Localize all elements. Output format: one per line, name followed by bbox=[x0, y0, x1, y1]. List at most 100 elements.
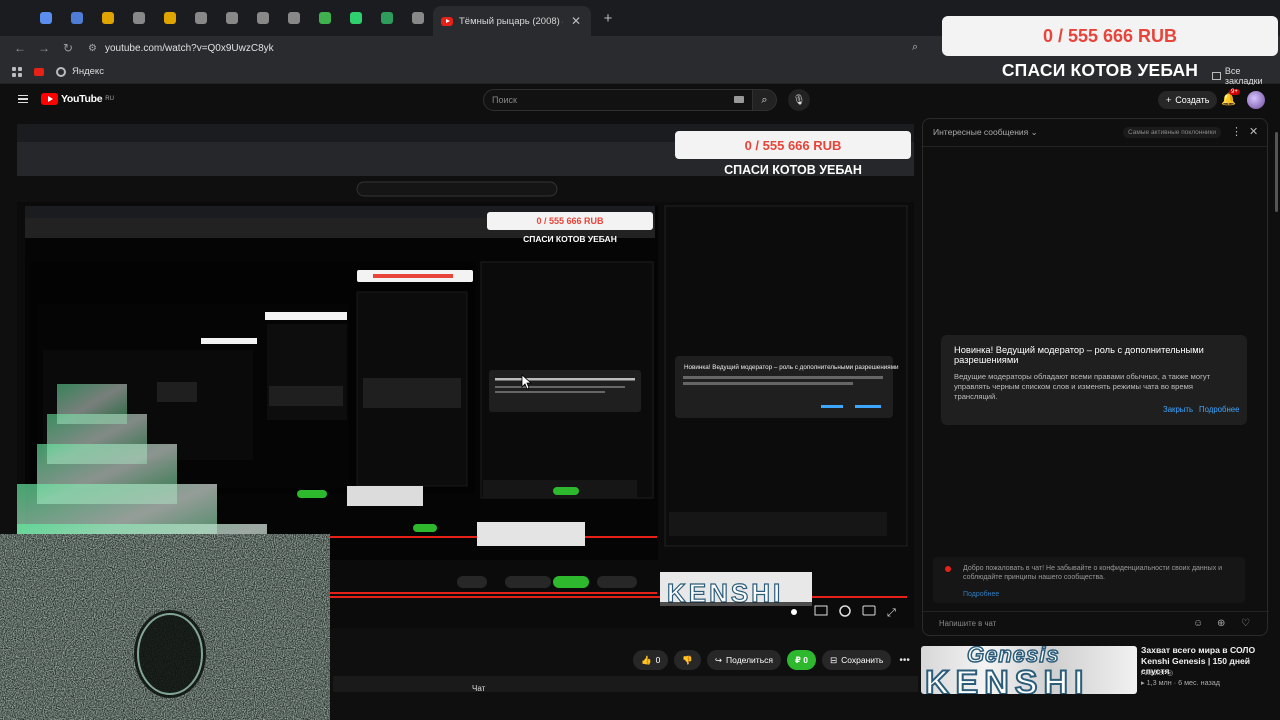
welcome-more-link[interactable]: Подробнее bbox=[963, 590, 1235, 599]
forward-arrow-icon[interactable]: → bbox=[32, 41, 56, 55]
pinned-tab-6[interactable] bbox=[185, 0, 216, 36]
bookmark-yandex[interactable]: Яндекс bbox=[56, 66, 104, 77]
like-button[interactable]: 👍 0 bbox=[633, 650, 669, 670]
tab-favicon-icon bbox=[411, 12, 424, 24]
tab-close-icon[interactable]: ✕ bbox=[569, 14, 583, 28]
mod-notice-close-button[interactable]: Закрыть bbox=[1163, 405, 1193, 414]
tab-favicon-icon bbox=[287, 12, 300, 24]
tab-favicon-icon bbox=[256, 12, 269, 24]
pinned-tab-5[interactable] bbox=[154, 0, 185, 36]
chat-tab-label[interactable]: Чат bbox=[472, 684, 485, 693]
search-icon: ⌕ bbox=[761, 93, 768, 106]
create-button[interactable]: + Создать bbox=[1158, 91, 1218, 109]
pinned-tab-10[interactable] bbox=[309, 0, 340, 36]
youtube-logo-text: YouTube bbox=[61, 93, 103, 105]
thanks-label: ₽ 0 bbox=[794, 654, 808, 665]
chat-welcome-message: Добро пожаловать в чат! Не забывайте о к… bbox=[933, 557, 1245, 603]
mouse-cursor-icon bbox=[521, 374, 533, 390]
chat-filter-chip[interactable]: Самые активные поклонники bbox=[1123, 127, 1222, 138]
recommended-video-thumbnail[interactable]: Genesis KENSHI bbox=[921, 646, 1137, 694]
save-button[interactable]: ⊟ Сохранить bbox=[822, 650, 892, 670]
chat-header: Интересные сообщения ⌄ Самые активные по… bbox=[923, 119, 1267, 147]
live-chat-panel: Интересные сообщения ⌄ Самые активные по… bbox=[922, 118, 1269, 636]
dislike-button[interactable]: 👎 bbox=[674, 650, 701, 670]
video-actions-row: 👍 0 👎 ↪ Поделиться ₽ 0 ⊟ Сохранить ••• bbox=[633, 650, 910, 670]
recommended-video-meta: ▸ 1,3 млн · 6 мес. назад bbox=[1141, 678, 1220, 687]
active-tab[interactable]: Тёмный рыцарь (2008) 4K UHD ✕ bbox=[433, 6, 591, 36]
tab-favicon-icon bbox=[39, 12, 52, 24]
save-label: Сохранить bbox=[841, 655, 884, 665]
microphone-icon: 🎙 bbox=[792, 94, 806, 106]
youtube-header: YouTube RU Поиск ⌕ 🎙 + Создать 🔔 9+ bbox=[0, 85, 1280, 115]
apps-grid-icon[interactable] bbox=[12, 66, 22, 77]
pinned-tab-1[interactable] bbox=[30, 0, 61, 36]
thumbs-down-icon: 👎 bbox=[682, 654, 693, 665]
youtube-logo-region: RU bbox=[105, 96, 114, 102]
bookmark-yandex-label: Яндекс bbox=[72, 66, 104, 77]
pinned-tab-2[interactable] bbox=[61, 0, 92, 36]
youtube-bookmark-icon[interactable] bbox=[34, 67, 44, 76]
address-zoom-search-icon[interactable]: ⌕ bbox=[912, 41, 918, 54]
recommended-video-channel[interactable]: Allaster ◎ bbox=[1141, 668, 1173, 677]
add-icon[interactable]: ⊕ bbox=[1217, 618, 1225, 629]
menu-icon[interactable] bbox=[18, 95, 28, 103]
emoji-icon[interactable]: ☺ bbox=[1193, 618, 1203, 629]
nested2-donation-amount: 0 / 555 666 RUB bbox=[536, 216, 604, 226]
share-button[interactable]: ↪ Поделиться bbox=[706, 650, 781, 670]
svg-text:⤢: ⤢ bbox=[887, 606, 896, 619]
mod-notice-body: Ведущие модераторы обладают всеми правам… bbox=[954, 372, 1211, 401]
pinned-tab-8[interactable] bbox=[247, 0, 278, 36]
back-arrow-icon[interactable]: ← bbox=[8, 41, 32, 55]
welcome-text: Добро пожаловать в чат! Не забывайте о к… bbox=[963, 565, 1223, 582]
heart-icon[interactable]: ♡ bbox=[1241, 618, 1250, 629]
tab-favicon-icon bbox=[194, 12, 207, 24]
pinned-tab-12[interactable] bbox=[371, 0, 402, 36]
page-scrollbar[interactable] bbox=[1275, 132, 1278, 212]
avatar[interactable] bbox=[1247, 91, 1265, 109]
chat-input[interactable]: Напишите в чат ☺ ⊕ ♡ bbox=[923, 611, 1269, 635]
new-tab-icon[interactable]: + bbox=[601, 10, 615, 27]
chat-close-icon[interactable]: ✕ bbox=[1249, 125, 1258, 138]
notifications-badge: 9+ bbox=[1229, 89, 1240, 95]
save-icon: ⊟ bbox=[830, 654, 838, 665]
thumbs-up-icon: 👍 bbox=[641, 654, 652, 665]
thumb-kenshi-text: KENSHI bbox=[924, 663, 1090, 694]
share-icon: ↪ bbox=[714, 654, 723, 665]
tab-favicon-icon bbox=[132, 12, 145, 24]
youtube-logo[interactable]: YouTube RU bbox=[41, 93, 114, 105]
donation-goal-box: 0 / 555 666 RUB bbox=[942, 16, 1278, 56]
voice-search-button[interactable]: 🎙 bbox=[788, 89, 810, 111]
nested-mod-title: Новинка! Ведущий модератор – роль с допо… bbox=[684, 363, 899, 371]
youtube-play-logo-icon bbox=[41, 93, 58, 105]
chevron-down-icon: ⌄ bbox=[1030, 127, 1038, 137]
webcam-overlay bbox=[0, 534, 330, 720]
reload-icon[interactable]: ↻ bbox=[56, 41, 80, 55]
thanks-button[interactable]: ₽ 0 bbox=[786, 650, 816, 670]
keyboard-icon[interactable] bbox=[734, 96, 744, 103]
pinned-tab-11[interactable] bbox=[340, 0, 371, 36]
active-tab-title: Тёмный рыцарь (2008) 4K UHD bbox=[459, 15, 563, 27]
site-settings-icon[interactable]: ⚙ bbox=[88, 43, 97, 54]
nested2-donation-caption: СПАСИ КОТОВ УЕБАН bbox=[523, 234, 617, 244]
tab-favicon-icon bbox=[163, 12, 176, 24]
youtube-dot-icon bbox=[945, 566, 951, 572]
tab-favicon-icon bbox=[70, 12, 83, 24]
search-input[interactable]: Поиск bbox=[483, 89, 753, 111]
chat-mode-label: Интересные сообщения bbox=[933, 127, 1029, 137]
more-actions-icon[interactable]: ••• bbox=[899, 655, 910, 666]
tab-favicon-icon bbox=[101, 12, 114, 24]
yandex-icon bbox=[56, 66, 66, 77]
pinned-tab-4[interactable] bbox=[123, 0, 154, 36]
pinned-tab-3[interactable] bbox=[92, 0, 123, 36]
pinned-tab-7[interactable] bbox=[216, 0, 247, 36]
donation-amount: 0 / 555 666 RUB bbox=[1042, 25, 1178, 46]
pinned-tab-9[interactable] bbox=[278, 0, 309, 36]
search-button[interactable]: ⌕ bbox=[753, 89, 777, 111]
chat-more-icon[interactable]: ⋮ bbox=[1231, 125, 1242, 138]
plus-icon: + bbox=[1166, 95, 1172, 105]
url-field[interactable]: ⚙ youtube.com/watch?v=Q0x9UwzC8yk bbox=[88, 36, 274, 60]
chat-mode-dropdown[interactable]: Интересные сообщения ⌄ bbox=[933, 127, 1038, 138]
pinned-tab-13[interactable] bbox=[402, 0, 433, 36]
video-description-strip bbox=[333, 676, 918, 692]
mod-notice-more-button[interactable]: Подробнее bbox=[1199, 405, 1239, 414]
